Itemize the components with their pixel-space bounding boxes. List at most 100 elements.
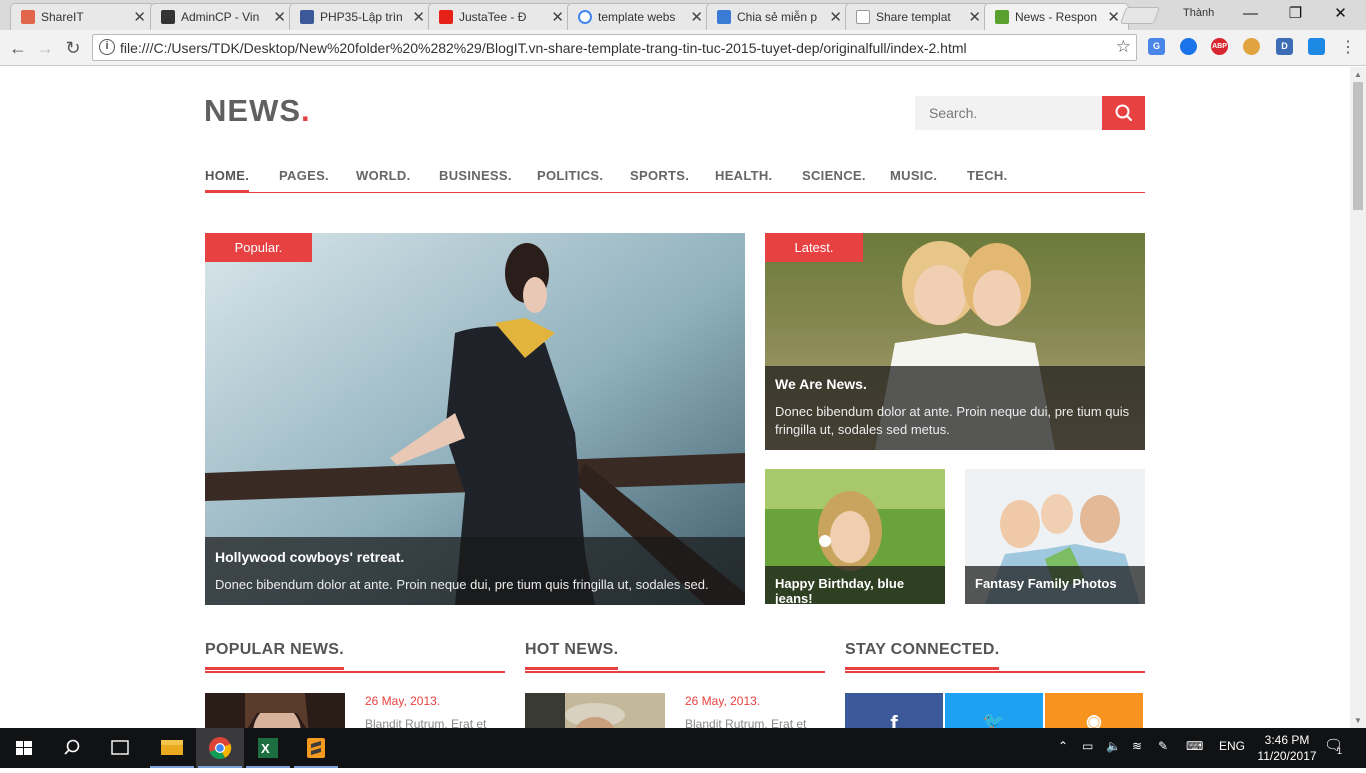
menu-item-sports[interactable]: SPORTS. [630, 168, 689, 183]
browser-tab[interactable]: Chia sẻ miễn p ✕ [706, 3, 851, 30]
menu-item-pages[interactable]: PAGES. [279, 168, 329, 183]
section-title: STAY CONNECTED. [845, 641, 1000, 670]
start-button[interactable] [0, 728, 48, 768]
news-snippet[interactable]: Blandit Rutrum, Erat et [365, 717, 486, 728]
restore-button[interactable]: ❐ [1273, 3, 1318, 25]
close-icon[interactable]: ✕ [829, 8, 842, 26]
forward-button[interactable]: → [33, 36, 57, 60]
task-view-button[interactable] [96, 728, 144, 768]
close-icon[interactable]: ✕ [1107, 8, 1120, 26]
latest-article-card[interactable]: Latest. We Are News. Donec bibendum dolo… [765, 233, 1145, 450]
browser-tab[interactable]: JustaTee - Đ ✕ [428, 3, 573, 30]
sublime-icon [307, 738, 325, 758]
profile-name[interactable]: Thành [1183, 7, 1214, 19]
action-center-icon[interactable]: 🗨1 [1324, 736, 1348, 756]
browser-tab-active[interactable]: News - Respon ✕ [984, 3, 1129, 30]
file-explorer-button[interactable] [148, 728, 196, 768]
close-icon[interactable]: ✕ [133, 8, 146, 26]
scroll-down-icon[interactable]: ▼ [1354, 716, 1362, 725]
d-extension-icon[interactable]: D [1276, 38, 1293, 55]
featured-article-card[interactable]: Popular. Hollywood cowboys' retreat. Don… [205, 233, 745, 605]
minimize-button[interactable]: — [1228, 3, 1273, 25]
browser-tab[interactable]: ShareIT ✕ [10, 3, 155, 30]
menu-item-politics[interactable]: POLITICS. [537, 168, 603, 183]
back-button[interactable]: ← [6, 36, 30, 60]
pen-icon[interactable]: ✎ [1158, 739, 1168, 753]
news-snippet[interactable]: Blandit Rutrum, Erat et [685, 717, 806, 728]
logo-dot: . [301, 93, 311, 128]
tab-title: PHP35-Lập trìn [320, 10, 403, 24]
new-tab-button[interactable] [1119, 7, 1161, 24]
section-title: HOT NEWS. [525, 641, 619, 670]
site-logo[interactable]: NEWS. [204, 93, 311, 129]
volume-icon[interactable]: 🔈 [1106, 739, 1121, 753]
browser-tab[interactable]: PHP35-Lập trìn ✕ [289, 3, 434, 30]
chrome-button[interactable] [196, 728, 244, 768]
facebook-favicon-icon [300, 10, 314, 24]
page-favicon-icon [856, 10, 870, 24]
clock[interactable]: 3:46 PM 11/20/2017 [1252, 732, 1322, 764]
wifi-icon[interactable]: ≋ [1132, 739, 1142, 753]
small-article-card[interactable]: Fantasy Family Photos [965, 469, 1145, 604]
tab-title: template webs [598, 10, 676, 24]
latest-title[interactable]: We Are News. [775, 376, 1135, 392]
popular-badge[interactable]: Popular. [205, 233, 312, 262]
small-article-card[interactable]: Happy Birthday, blue jeans! [765, 469, 945, 604]
translate-icon[interactable]: G [1148, 38, 1165, 55]
reload-button[interactable]: ↻ [61, 36, 85, 60]
tray-chevron-icon[interactable]: ⌃ [1058, 739, 1068, 753]
news-thumbnail[interactable] [525, 693, 665, 728]
portrait-photo [205, 693, 345, 728]
close-icon[interactable]: ✕ [690, 8, 703, 26]
scroll-up-icon[interactable]: ▲ [1354, 70, 1362, 79]
menu-item-home[interactable]: HOME. [205, 168, 250, 193]
keyboard-icon[interactable]: ⌨ [1186, 739, 1203, 753]
browser-tab[interactable]: Share templat ✕ [845, 3, 990, 30]
menu-item-science[interactable]: SCIENCE. [802, 168, 866, 183]
menu-item-business[interactable]: BUSINESS. [439, 168, 512, 183]
sublime-button[interactable] [292, 728, 340, 768]
menu-item-health[interactable]: HEALTH. [715, 168, 772, 183]
twitter-button[interactable]: 🐦 [945, 693, 1043, 728]
page-viewport: NEWS. HOME. PAGES. WORLD. BUSINESS. POLI… [0, 67, 1350, 728]
svg-text:X: X [261, 741, 270, 756]
browser-tab[interactable]: AdminCP - Vin ✕ [150, 3, 295, 30]
search-button[interactable] [1102, 96, 1145, 130]
lock-extension-icon[interactable] [1243, 38, 1260, 55]
excel-button[interactable]: X [244, 728, 292, 768]
close-icon[interactable]: ✕ [968, 8, 981, 26]
globe-icon[interactable] [1180, 38, 1197, 55]
menu-item-music[interactable]: MUSIC. [890, 168, 937, 183]
notification-count: 1 [1337, 746, 1343, 756]
scrollbar-thumb[interactable] [1353, 82, 1363, 210]
adblock-icon[interactable]: ABP [1211, 38, 1228, 55]
menu-item-tech[interactable]: TECH. [967, 168, 1008, 183]
browser-tab[interactable]: template webs ✕ [567, 3, 712, 30]
facebook-button[interactable]: f [845, 693, 943, 728]
small-card-title[interactable]: Fantasy Family Photos [975, 576, 1135, 591]
rss-button[interactable]: ◉ [1045, 693, 1143, 728]
tab-title: Share templat [876, 10, 951, 24]
battery-icon[interactable]: ▭ [1082, 739, 1093, 753]
address-bar[interactable]: i file:///C:/Users/TDK/Desktop/New%20fol… [92, 34, 1137, 61]
featured-title[interactable]: Hollywood cowboys' retreat. [215, 549, 735, 565]
close-icon[interactable]: ✕ [551, 8, 564, 26]
tab-title: ShareIT [41, 10, 84, 24]
latest-badge[interactable]: Latest. [765, 233, 863, 262]
search-taskbar-button[interactable] [48, 728, 96, 768]
info-icon[interactable]: i [99, 39, 115, 55]
close-icon[interactable]: ✕ [273, 8, 286, 26]
news-thumbnail[interactable] [205, 693, 345, 728]
bookmark-star-icon[interactable]: ☆ [1116, 37, 1131, 57]
save-extension-icon[interactable] [1308, 38, 1325, 55]
page-scrollbar[interactable]: ▲ ▼ [1350, 67, 1366, 728]
close-icon[interactable]: ✕ [412, 8, 425, 26]
close-window-button[interactable]: ✕ [1318, 3, 1363, 25]
language-indicator[interactable]: ENG [1219, 739, 1245, 753]
section-title: POPULAR NEWS. [205, 641, 345, 670]
small-card-title[interactable]: Happy Birthday, blue jeans! [775, 576, 935, 604]
search-input[interactable] [915, 96, 1103, 130]
tab-title: AdminCP - Vin [181, 10, 260, 24]
menu-icon[interactable]: ⋮ [1336, 36, 1360, 60]
menu-item-world[interactable]: WORLD. [356, 168, 411, 183]
